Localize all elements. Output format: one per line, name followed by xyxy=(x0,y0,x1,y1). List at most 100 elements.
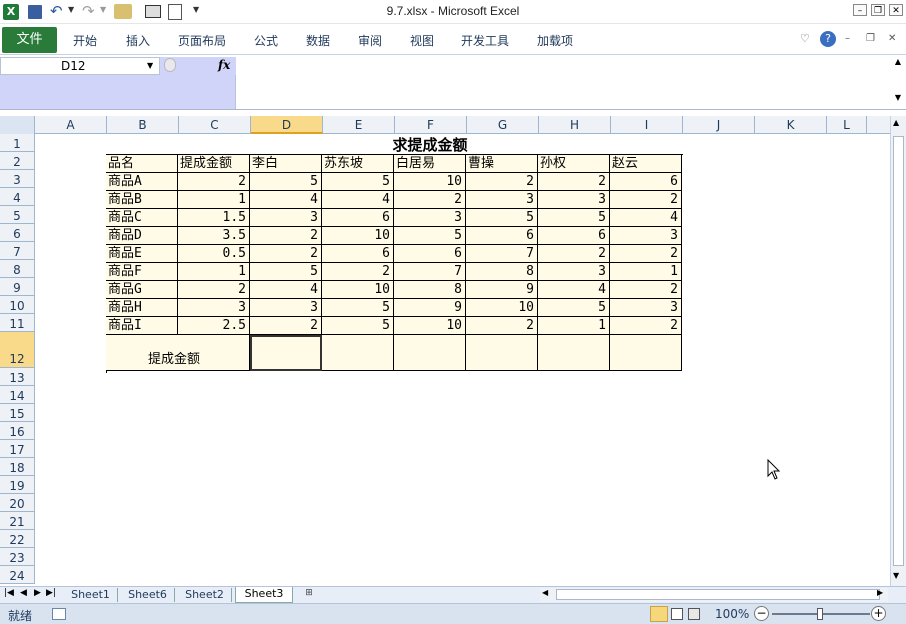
data-cell[interactable]: 2 xyxy=(610,245,682,263)
data-cell[interactable]: 4 xyxy=(538,281,610,299)
row-header-18[interactable]: 18 xyxy=(0,458,35,476)
data-cell[interactable]: 10 xyxy=(322,281,394,299)
prev-sheet-icon[interactable]: ◀ xyxy=(20,588,27,598)
column-header-k[interactable]: K xyxy=(755,116,827,134)
row-header-8[interactable]: 8 xyxy=(0,260,35,278)
data-cell[interactable]: 2 xyxy=(610,317,682,335)
row-header-5[interactable]: 5 xyxy=(0,206,35,224)
tab-data[interactable]: 数据 xyxy=(306,32,330,49)
next-sheet-icon[interactable]: ▶ xyxy=(34,588,41,598)
data-cell[interactable]: 1 xyxy=(178,263,250,281)
column-header-i[interactable]: I xyxy=(611,116,683,134)
data-cell[interactable]: 商品D xyxy=(106,227,178,245)
scroll-down-icon[interactable]: ▼ xyxy=(893,571,899,580)
tab-review[interactable]: 审阅 xyxy=(358,32,382,49)
horizontal-scroll-thumb[interactable] xyxy=(556,589,880,600)
data-cell[interactable]: 4 xyxy=(322,191,394,209)
name-box[interactable]: D12 ▼ xyxy=(0,57,160,75)
header-cell[interactable]: 李白 xyxy=(250,155,322,173)
horizontal-scrollbar[interactable]: ◀ ▶ xyxy=(540,588,888,602)
tab-insert[interactable]: 插入 xyxy=(126,32,150,49)
row-header-11[interactable]: 11 xyxy=(0,314,35,332)
macro-record-icon[interactable] xyxy=(52,608,66,620)
row-header-6[interactable]: 6 xyxy=(0,224,35,242)
scroll-up-icon[interactable]: ▲ xyxy=(893,118,899,127)
data-cell[interactable]: 0.5 xyxy=(178,245,250,263)
data-cell[interactable]: 2 xyxy=(610,281,682,299)
row-header-14[interactable]: 14 xyxy=(0,386,35,404)
total-label-cell[interactable]: 提成金额 xyxy=(106,335,250,371)
data-cell[interactable]: 3.5 xyxy=(178,227,250,245)
data-cell[interactable]: 2 xyxy=(538,173,610,191)
total-value-cell[interactable] xyxy=(466,335,538,371)
data-cell[interactable]: 商品H xyxy=(106,299,178,317)
sheet-tab-sheet1[interactable]: Sheet1 xyxy=(64,588,118,602)
row-header-20[interactable]: 20 xyxy=(0,494,35,512)
row-header-19[interactable]: 19 xyxy=(0,476,35,494)
column-header-f[interactable]: F xyxy=(395,116,467,134)
name-box-dropdown-icon[interactable]: ▼ xyxy=(147,61,153,70)
row-header-15[interactable]: 15 xyxy=(0,404,35,422)
ribbon-restore-button[interactable]: ❐ xyxy=(866,33,875,44)
data-cell[interactable]: 2 xyxy=(610,191,682,209)
data-cell[interactable]: 3 xyxy=(250,209,322,227)
redo-icon[interactable]: ↷ xyxy=(82,2,98,20)
row-header-2[interactable]: 2 xyxy=(0,152,35,170)
first-sheet-icon[interactable]: |◀ xyxy=(4,588,14,598)
ribbon-collapse-icon[interactable]: ♡ xyxy=(800,32,810,45)
data-cell[interactable]: 1 xyxy=(538,317,610,335)
column-header-g[interactable]: G xyxy=(467,116,539,134)
data-cell[interactable]: 2.5 xyxy=(178,317,250,335)
select-all-corner[interactable] xyxy=(0,116,35,134)
total-value-cell[interactable] xyxy=(322,335,394,371)
data-cell[interactable]: 5 xyxy=(538,209,610,227)
data-cell[interactable]: 5 xyxy=(394,227,466,245)
sheet-title[interactable]: 求提成金额 xyxy=(142,136,718,154)
vertical-scrollbar[interactable]: ▲ ▼ xyxy=(890,116,906,586)
data-cell[interactable]: 2 xyxy=(250,227,322,245)
data-cell[interactable]: 商品E xyxy=(106,245,178,263)
scroll-left-icon[interactable]: ◀ xyxy=(542,588,548,597)
total-value-cell[interactable] xyxy=(610,335,682,371)
data-cell[interactable]: 2 xyxy=(394,191,466,209)
tab-page-layout[interactable]: 页面布局 xyxy=(178,32,226,49)
column-header-b[interactable]: B xyxy=(107,116,179,134)
data-cell[interactable]: 5 xyxy=(322,299,394,317)
data-cell[interactable]: 6 xyxy=(466,227,538,245)
column-header-a[interactable]: A xyxy=(35,116,107,134)
row-header-24[interactable]: 24 xyxy=(0,566,35,584)
row-header-4[interactable]: 4 xyxy=(0,188,35,206)
restore-button[interactable]: ❐ xyxy=(871,4,885,16)
row-header-17[interactable]: 17 xyxy=(0,440,35,458)
header-cell[interactable]: 苏东坡 xyxy=(322,155,394,173)
page-layout-view-icon[interactable] xyxy=(671,608,683,620)
zoom-out-button[interactable]: − xyxy=(754,606,769,621)
vertical-scroll-thumb[interactable] xyxy=(893,136,904,566)
data-cell[interactable]: 6 xyxy=(538,227,610,245)
header-cell[interactable]: 孙权 xyxy=(538,155,610,173)
column-header-j[interactable]: J xyxy=(683,116,755,134)
zoom-slider-thumb[interactable] xyxy=(817,608,823,620)
ribbon-minimize-button[interactable]: – xyxy=(845,33,850,44)
data-cell[interactable]: 2 xyxy=(538,245,610,263)
data-cell[interactable]: 3 xyxy=(610,227,682,245)
data-cell[interactable]: 商品G xyxy=(106,281,178,299)
normal-view-icon[interactable] xyxy=(650,606,668,622)
data-cell[interactable]: 10 xyxy=(394,173,466,191)
data-cell[interactable]: 3 xyxy=(250,299,322,317)
data-cell[interactable]: 6 xyxy=(610,173,682,191)
row-header-10[interactable]: 10 xyxy=(0,296,35,314)
row-header-3[interactable]: 3 xyxy=(0,170,35,188)
data-cell[interactable]: 9 xyxy=(466,281,538,299)
row-header-22[interactable]: 22 xyxy=(0,530,35,548)
data-cell[interactable]: 2 xyxy=(322,263,394,281)
data-cell[interactable]: 3 xyxy=(610,299,682,317)
column-header-c[interactable]: C xyxy=(179,116,251,134)
data-cell[interactable]: 商品B xyxy=(106,191,178,209)
sheet-tab-sheet6[interactable]: Sheet6 xyxy=(121,588,175,602)
minimize-button[interactable]: – xyxy=(853,4,867,16)
row-header-7[interactable]: 7 xyxy=(0,242,35,260)
data-cell[interactable]: 2 xyxy=(250,245,322,263)
header-cell[interactable]: 提成金额 xyxy=(178,155,250,173)
data-cell[interactable]: 商品F xyxy=(106,263,178,281)
